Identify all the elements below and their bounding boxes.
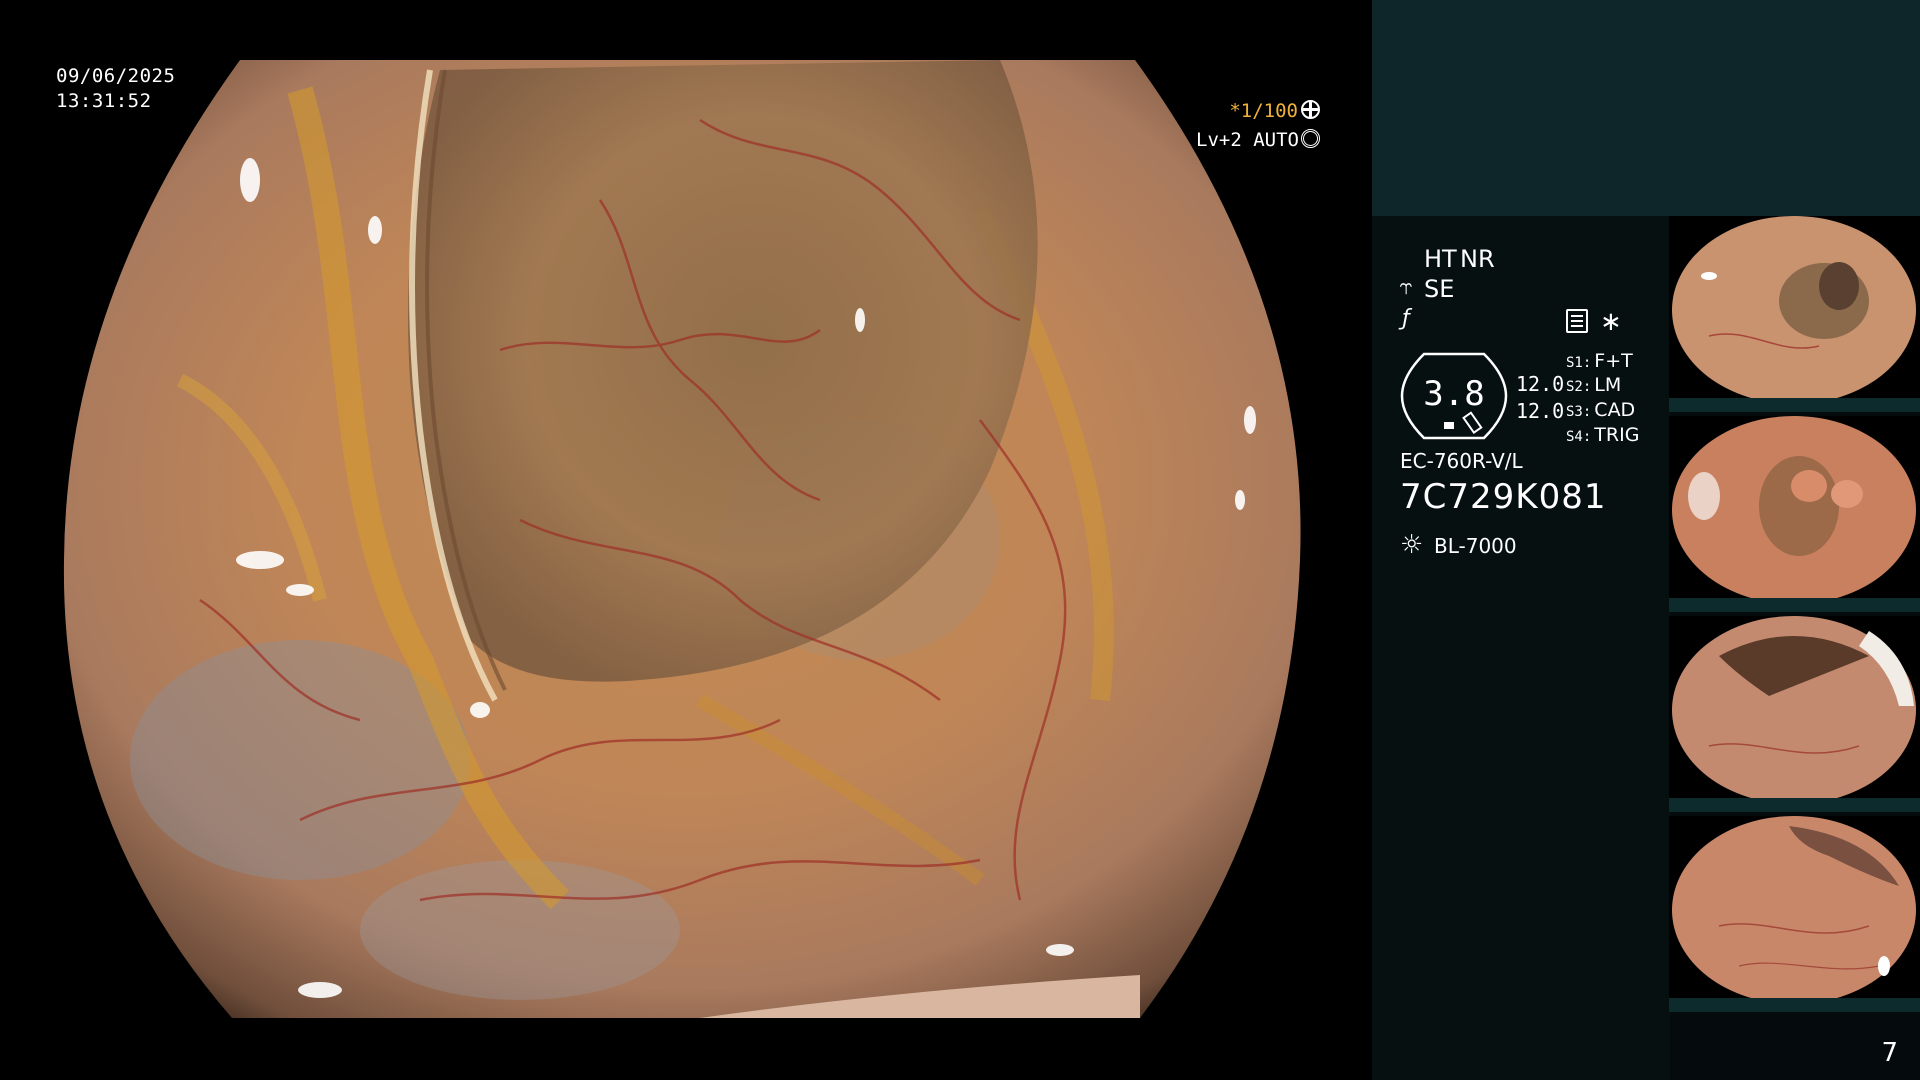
endoscopy-image: [63, 60, 1301, 1018]
mode-nr: NR: [1460, 245, 1495, 273]
capture-thumbnail[interactable]: [1669, 616, 1920, 812]
sun-icon: ☼: [1400, 530, 1424, 560]
capture-thumbnail[interactable]: [1669, 216, 1920, 412]
mode-se: SE: [1424, 275, 1455, 303]
fish-icon: ⥾: [1400, 275, 1413, 300]
thumbnail-bar: [1669, 598, 1920, 612]
scope-value: 3.8: [1423, 374, 1485, 414]
list-settings-icon: [1566, 309, 1588, 333]
shutter-speed: *1/100: [1229, 100, 1298, 122]
shutter-wheel-icon: [1301, 100, 1320, 119]
iris-icon: [1301, 129, 1320, 148]
thumbnail-bar: [1669, 998, 1920, 1012]
capture-thumbnail[interactable]: [1669, 816, 1920, 1012]
date-text: 09/06/2025: [56, 65, 176, 87]
freeze-icon: ƒ: [1402, 306, 1410, 331]
panel-header: [1372, 0, 1920, 216]
iris-mode: Lv+2 AUTO: [1196, 129, 1299, 151]
side-panel: HT NR ⥾ SE ƒ ∗ 3.8 12.0 12.0 S1: F+T S2: L…: [1372, 0, 1920, 1080]
date-time-readout: 09/06/2025 13:31:52: [56, 64, 175, 114]
switch-2: S2: LM: [1566, 374, 1622, 396]
scope-serial: 7C729K081: [1400, 477, 1607, 517]
light-source-model: BL-7000: [1434, 534, 1517, 558]
thumbnail-bar: [1669, 398, 1920, 412]
info-column: [1372, 216, 1670, 1080]
thumbnail-bar: [1669, 798, 1920, 812]
time-text: 13:31:52: [56, 90, 152, 112]
switch-4: S4: TRIG: [1566, 424, 1640, 446]
asterisk-icon: ∗: [1600, 307, 1622, 337]
switch-3: S3: CAD: [1566, 399, 1636, 421]
switch-1: S1: F+T: [1566, 350, 1633, 372]
shutter-row: *1/100: [1196, 97, 1320, 126]
page-number: 7: [1881, 1038, 1898, 1068]
value-a: 12.0: [1516, 372, 1565, 396]
exposure-status: *1/100 Lv+2 AUTO: [1196, 97, 1320, 155]
endoscope-live-view: 09/06/2025 13:31:52 *1/100 Lv+2 AUTO: [0, 0, 1372, 1080]
value-b: 12.0: [1516, 399, 1565, 423]
capture-thumbnail[interactable]: [1669, 416, 1920, 612]
scope-model: EC-760R-V/L: [1400, 449, 1523, 473]
mode-ht: HT: [1424, 245, 1457, 273]
iris-row: Lv+2 AUTO: [1196, 126, 1320, 155]
